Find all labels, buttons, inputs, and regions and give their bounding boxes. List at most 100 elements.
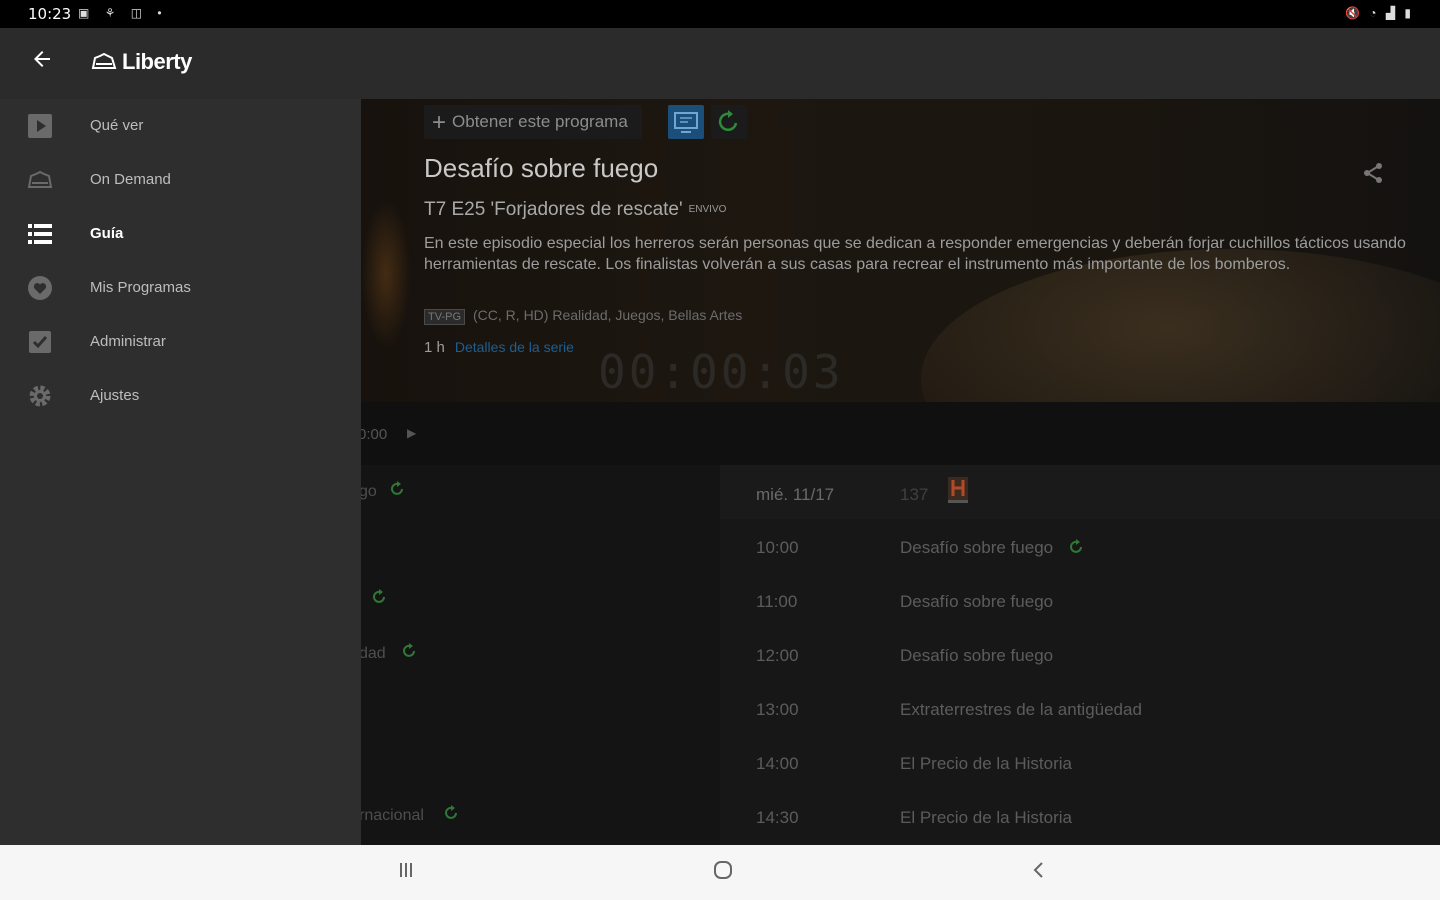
schedule-header: mié. 11/17 137: [720, 465, 1440, 519]
record-refresh-icon: [718, 110, 738, 132]
recent-apps-glyph-icon: [400, 863, 412, 877]
liberty-logo-icon: [91, 52, 117, 69]
share-glyph-icon: [1364, 163, 1382, 183]
play-icon: [28, 114, 52, 138]
nav-item-on-demand[interactable]: On Demand: [0, 153, 361, 207]
heart-icon: [28, 276, 52, 300]
nav-item-label: On Demand: [90, 171, 171, 188]
app-bar: Liberty: [0, 28, 1440, 99]
rating-badge: TV-PG: [424, 309, 466, 325]
schedule-time: 14:00: [756, 754, 799, 773]
time-forward-arrow-icon[interactable]: ▶: [407, 426, 416, 440]
record-refresh-icon: [403, 643, 415, 657]
program-meta: TV-PG (CC, R, HD) Realidad, Juegos, Bella…: [424, 307, 742, 325]
schedule-row[interactable]: 11:00 Desafío sobre fuego: [720, 573, 1440, 627]
home-circle-icon: [714, 861, 732, 879]
nav-item-administrar[interactable]: Administrar: [0, 315, 361, 369]
duration-line: 1 h Detalles de la serie: [424, 339, 574, 356]
record-refresh-icon: [1070, 539, 1082, 553]
plus-icon: +: [432, 109, 447, 136]
grid-row[interactable]: [361, 519, 720, 573]
nav-item-que-ver[interactable]: Qué ver: [0, 99, 361, 153]
record-refresh-icon: [391, 481, 403, 495]
grid-row[interactable]: go: [361, 465, 720, 519]
grid-row-label: rnacional: [361, 807, 424, 824]
liberty-logo: Liberty: [90, 49, 192, 75]
grid-row[interactable]: [361, 573, 720, 627]
back-arrow-icon[interactable]: [26, 46, 58, 78]
program-hero: + Obtener este programa Desafío sobre fue…: [361, 99, 1440, 509]
nav-item-label: Qué ver: [90, 117, 144, 134]
guide-time-bar: 0:00 ▶: [361, 402, 1440, 465]
grid-row[interactable]: [361, 681, 720, 735]
schedule-program: Desafío sobre fuego: [900, 538, 1054, 557]
system-status-icons: 🔇 ◔ ▟ ▮: [1344, 6, 1414, 20]
schedule-row[interactable]: 14:00 El Precio de la Historia: [720, 735, 1440, 789]
on-demand-icon: [27, 170, 53, 188]
get-program-button[interactable]: + Obtener este programa: [424, 105, 642, 139]
notification-icons: ▣ ⚘ ◫ •: [78, 6, 168, 20]
schedule-program: Extraterrestres de la antigüedad: [900, 700, 1142, 719]
schedule-time: 13:00: [756, 700, 799, 719]
schedule-time: 11:00: [756, 592, 798, 611]
get-program-label: Obtener este programa: [452, 112, 628, 131]
nav-item-label: Administrar: [90, 333, 166, 350]
status-bar: 10:23 ▣ ⚘ ◫ • 🔇 ◔ ▟ ▮: [0, 0, 1440, 28]
series-details-link[interactable]: Detalles de la serie: [455, 339, 574, 355]
schedule-program: Desafío sobre fuego: [900, 592, 1054, 611]
record-button[interactable]: [711, 105, 747, 139]
hero-flame-image: [361, 199, 411, 349]
schedule-row[interactable]: 14:30 El Precio de la Historia: [720, 789, 1440, 843]
program-description: En este episodio especial los herreros s…: [424, 235, 1406, 273]
schedule-row[interactable]: 12:00 Desafío sobre fuego: [720, 627, 1440, 681]
logo-text: Liberty: [122, 49, 192, 74]
nav-item-ajustes[interactable]: Ajustes: [0, 369, 361, 423]
watch-on-tv-button[interactable]: [668, 105, 704, 139]
system-back-icon[interactable]: [1024, 859, 1054, 887]
nav-item-guia[interactable]: Guía: [0, 207, 361, 261]
time-label: 0:00: [361, 426, 388, 443]
episode-title-text: T7 E25 'Forjadores de rescate': [424, 199, 683, 220]
schedule-program: El Precio de la Historia: [900, 808, 1072, 827]
guide-content: + Obtener este programa Desafío sobre fue…: [361, 99, 1440, 845]
nav-item-label: Mis Programas: [90, 279, 191, 296]
program-duration: 1 h: [424, 339, 445, 356]
gear-icon: [29, 385, 51, 407]
arrow-left-icon: [34, 51, 50, 67]
channel-number: 137: [900, 485, 929, 504]
chevron-left-icon: [1033, 862, 1043, 878]
tv-icon: [674, 112, 698, 133]
system-navigation-bar: [0, 845, 1440, 900]
recording-timer: 00:00:03: [598, 345, 844, 399]
schedule-time: 14:30: [756, 808, 799, 827]
record-refresh-icon: [445, 805, 457, 819]
live-badge: ENVIVO: [688, 204, 727, 215]
nav-item-label: Guía: [90, 225, 124, 242]
program-title: Desafío sobre fuego: [424, 153, 659, 183]
grid-row[interactable]: rnacional: [361, 789, 720, 843]
schedule-row[interactable]: 13:00 Extraterrestres de la antigüedad: [720, 681, 1440, 735]
schedule-row[interactable]: 10:00 Desafío sobre fuego: [720, 519, 1440, 573]
nav-item-mis-programas[interactable]: Mis Programas: [0, 261, 361, 315]
grid-row-label: go: [361, 483, 377, 500]
navigation-drawer: Qué ver On Demand Guía Mis Programas Adm…: [0, 99, 361, 845]
list-icon: [28, 224, 52, 244]
schedule-time: 10:00: [756, 538, 799, 557]
schedule-program: Desafío sobre fuego: [900, 646, 1054, 665]
schedule-program: El Precio de la Historia: [900, 754, 1072, 773]
home-icon[interactable]: [708, 859, 738, 887]
schedule-time: 12:00: [756, 646, 799, 665]
nav-item-label: Ajustes: [90, 387, 140, 404]
history-channel-logo-icon: [948, 477, 968, 503]
schedule-date: mié. 11/17: [756, 485, 835, 504]
recent-apps-icon[interactable]: [391, 859, 421, 887]
program-meta-text: (CC, R, HD) Realidad, Juegos, Bellas Art…: [473, 307, 743, 323]
episode-title: T7 E25 'Forjadores de rescate' ENVIVO: [424, 199, 726, 221]
share-icon[interactable]: [1361, 161, 1385, 190]
grid-row-label: dad: [361, 645, 386, 662]
record-refresh-icon: [373, 589, 385, 603]
guide-channel-grid: go dad rnacional: [361, 465, 720, 845]
grid-row[interactable]: dad: [361, 627, 720, 681]
grid-row[interactable]: [361, 735, 720, 789]
status-time: 10:23: [28, 5, 72, 23]
